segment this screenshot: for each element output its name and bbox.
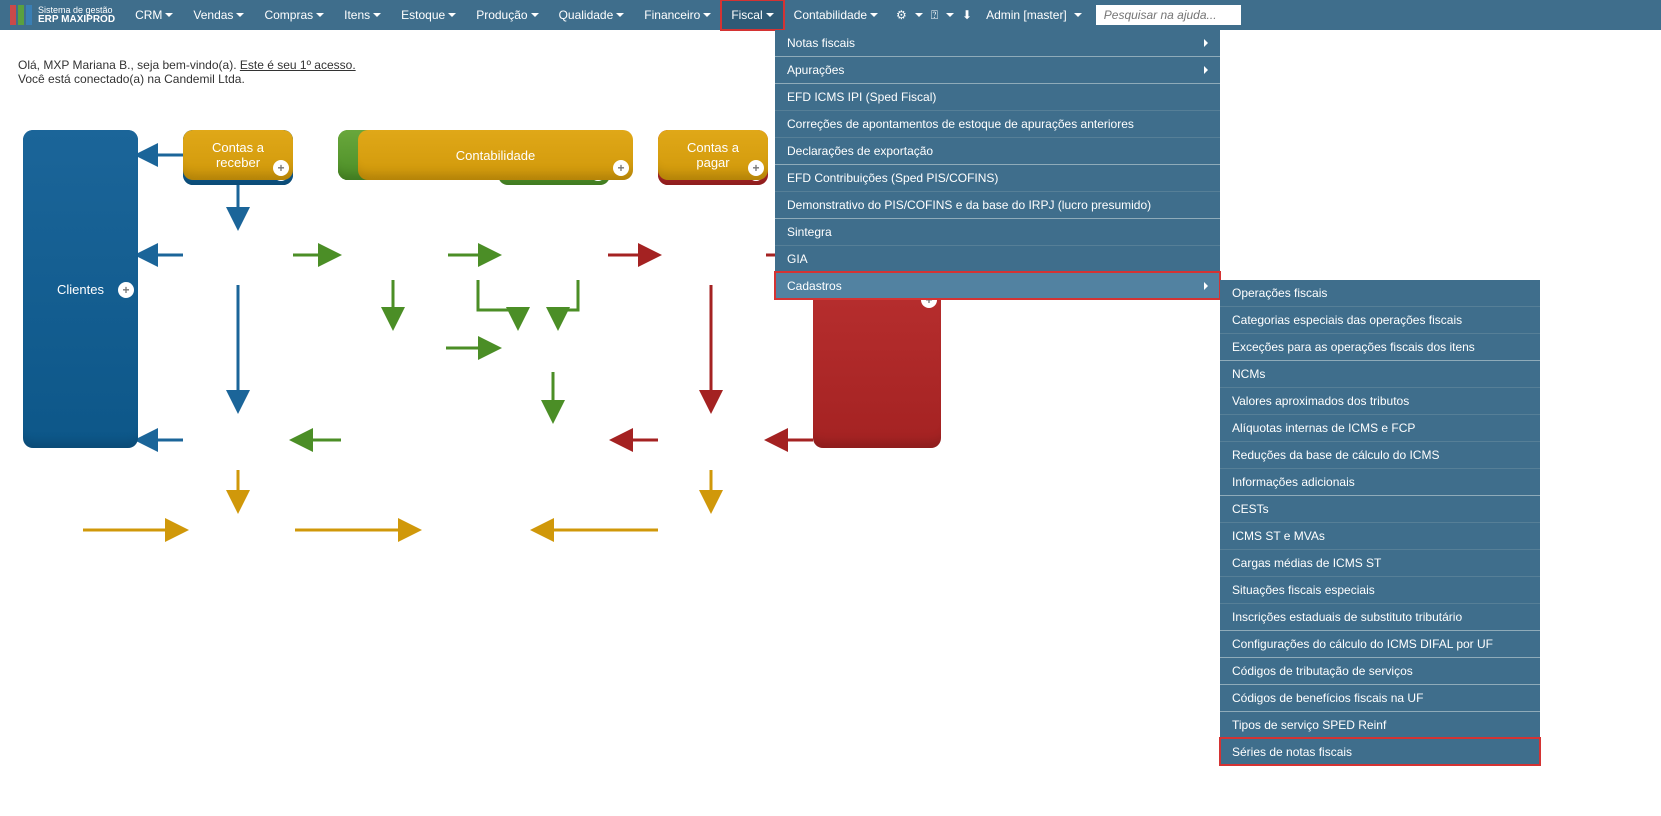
menu-contabilidade[interactable]: Contabilidade — [784, 0, 888, 30]
caret-down-icon — [946, 13, 954, 17]
plus-icon[interactable]: + — [273, 160, 289, 176]
cad-inscricoes[interactable]: Inscrições estaduais de substituto tribu… — [1220, 603, 1540, 630]
menu-estoque[interactable]: Estoque — [391, 0, 466, 30]
caret-down-icon — [373, 13, 381, 17]
cad-codigos-benef[interactable]: Códigos de benefícios fiscais na UF — [1220, 684, 1540, 711]
fiscal-gia[interactable]: GIA — [775, 245, 1220, 272]
download-icon[interactable]: ⬇ — [962, 8, 972, 22]
caret-down-icon — [616, 13, 624, 17]
node-contabilidade[interactable]: Contabilidade+ — [358, 130, 633, 180]
fiscal-dropdown: Notas fiscais Apurações EFD ICMS IPI (Sp… — [775, 30, 1220, 299]
fiscal-sintegra[interactable]: Sintegra — [775, 218, 1220, 245]
help-search-input[interactable] — [1096, 5, 1241, 25]
caret-right-icon — [1204, 66, 1208, 74]
fiscal-efd-contrib[interactable]: EFD Contribuições (Sped PIS/COFINS) — [775, 164, 1220, 191]
cad-icmsst[interactable]: ICMS ST e MVAs — [1220, 522, 1540, 549]
cad-cargas[interactable]: Cargas médias de ICMS ST — [1220, 549, 1540, 576]
caret-right-icon — [1204, 39, 1208, 47]
fiscal-declaracoes[interactable]: Declarações de exportação — [775, 137, 1220, 164]
logo[interactable]: Sistema de gestãoERP MAXIPROD — [0, 5, 125, 25]
cad-codigos-trib[interactable]: Códigos de tributação de serviços — [1220, 657, 1540, 684]
fiscal-notas-fiscais[interactable]: Notas fiscais — [775, 30, 1220, 56]
cad-ncms[interactable]: NCMs — [1220, 360, 1540, 387]
cad-operacoes[interactable]: Operações fiscais — [1220, 280, 1540, 306]
gear-icon[interactable]: ⚙ — [896, 8, 907, 22]
cadastros-dropdown: Operações fiscais Categorias especiais d… — [1220, 280, 1540, 765]
plus-icon[interactable]: + — [613, 160, 629, 176]
menu-crm[interactable]: CRM — [125, 0, 183, 30]
caret-right-icon — [1204, 282, 1208, 290]
menu-vendas[interactable]: Vendas — [183, 0, 254, 30]
caret-down-icon — [870, 13, 878, 17]
menu-financeiro[interactable]: Financeiro — [634, 0, 721, 30]
menu-fiscal[interactable]: Fiscal — [721, 0, 783, 30]
logo-product: ERP MAXIPROD — [38, 15, 115, 25]
logo-icon — [10, 5, 32, 25]
caret-down-icon — [165, 13, 173, 17]
cad-situacoes[interactable]: Situações fiscais especiais — [1220, 576, 1540, 603]
cad-config-difal[interactable]: Configurações do cálculo do ICMS DIFAL p… — [1220, 630, 1540, 657]
top-menu-bar: Sistema de gestãoERP MAXIPROD CRM Vendas… — [0, 0, 1661, 30]
cad-cests[interactable]: CESTs — [1220, 495, 1540, 522]
plus-icon[interactable]: + — [748, 160, 764, 176]
menu-compras[interactable]: Compras — [254, 0, 334, 30]
cad-categorias[interactable]: Categorias especiais das operações fisca… — [1220, 306, 1540, 333]
fiscal-demonstrativo[interactable]: Demonstrativo do PIS/COFINS e da base do… — [775, 191, 1220, 218]
menu-admin[interactable]: Admin [master] — [980, 0, 1088, 30]
caret-down-icon — [915, 13, 923, 17]
fiscal-cadastros[interactable]: Cadastros — [775, 272, 1220, 299]
fiscal-apuracoes[interactable]: Apurações — [775, 56, 1220, 83]
cad-info[interactable]: Informações adicionais — [1220, 468, 1540, 495]
caret-down-icon — [703, 13, 711, 17]
caret-down-icon — [316, 13, 324, 17]
first-access-link[interactable]: Este é seu 1º acesso. — [240, 58, 356, 72]
caret-down-icon — [1074, 13, 1082, 17]
cad-series-nf[interactable]: Séries de notas fiscais — [1220, 738, 1540, 765]
node-contas-receber[interactable]: Contas a receber+ — [183, 130, 293, 180]
fiscal-efd-icms[interactable]: EFD ICMS IPI (Sped Fiscal) — [775, 83, 1220, 110]
plus-icon[interactable]: + — [118, 282, 134, 298]
caret-down-icon — [236, 13, 244, 17]
help-icon[interactable]: ⍰ — [931, 8, 938, 23]
caret-down-icon — [766, 13, 774, 17]
cad-valores[interactable]: Valores aproximados dos tributos — [1220, 387, 1540, 414]
menu-producao[interactable]: Produção — [466, 0, 548, 30]
caret-down-icon — [531, 13, 539, 17]
main-menu: CRM Vendas Compras Itens Estoque Produçã… — [125, 0, 1241, 30]
cad-aliquotas[interactable]: Alíquotas internas de ICMS e FCP — [1220, 414, 1540, 441]
cad-reducoes[interactable]: Reduções da base de cálculo do ICMS — [1220, 441, 1540, 468]
fiscal-correcoes[interactable]: Correções de apontamentos de estoque de … — [775, 110, 1220, 137]
caret-down-icon — [448, 13, 456, 17]
menu-qualidade[interactable]: Qualidade — [549, 0, 635, 30]
node-contas-pagar[interactable]: Contas a pagar+ — [658, 130, 768, 180]
menu-itens[interactable]: Itens — [334, 0, 391, 30]
welcome-text: Olá, MXP Mariana B., seja bem-vindo(a). … — [18, 58, 356, 86]
node-clientes[interactable]: Clientes+ — [23, 130, 138, 448]
cad-excecoes[interactable]: Exceções para as operações fiscais dos i… — [1220, 333, 1540, 360]
cad-tipos-sped[interactable]: Tipos de serviço SPED Reinf — [1220, 711, 1540, 738]
